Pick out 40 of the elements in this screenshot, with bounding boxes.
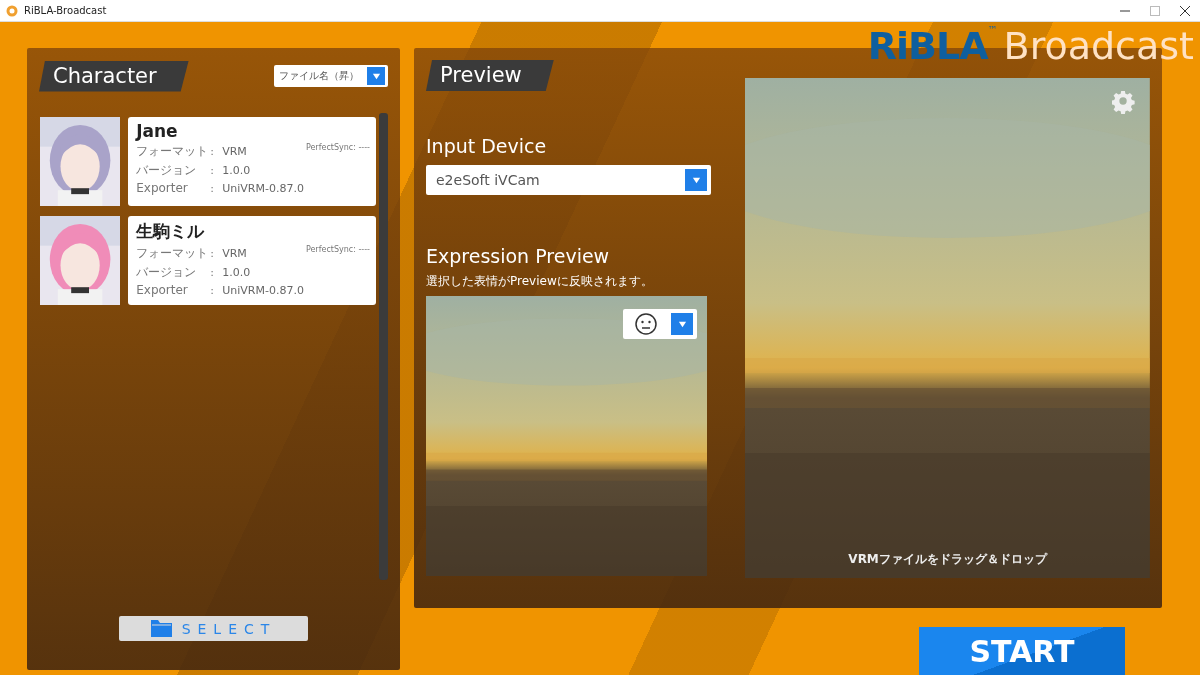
field-value: VRM xyxy=(222,247,248,260)
field-value: 1.0.0 xyxy=(222,164,252,177)
scrollbar[interactable] xyxy=(379,113,388,580)
field-value: VRM xyxy=(222,145,248,158)
input-device-dropdown[interactable]: e2eSoft iVCam xyxy=(426,165,711,195)
expression-dropdown[interactable] xyxy=(623,309,697,339)
start-button[interactable]: START xyxy=(919,627,1125,675)
separator: : xyxy=(210,283,215,297)
field-value: UniVRM-0.87.0 xyxy=(222,283,304,297)
separator: : xyxy=(210,164,215,177)
section-title: Character xyxy=(39,60,189,92)
perfect-sync-label: PerfectSync: ---- xyxy=(305,143,370,152)
section-title: Preview xyxy=(426,60,554,91)
sort-dropdown[interactable]: ファイル名（昇） xyxy=(274,65,388,87)
field-value: UniVRM-0.87.0 xyxy=(222,181,304,195)
character-card[interactable]: 生駒ミル フォーマット : VRM PerfectSync: ---- バージョン : 1.0.0 Exporter : UniVRM-0.87.0 xyxy=(128,216,376,305)
folder-icon xyxy=(150,620,172,637)
field-label: バージョン xyxy=(136,264,198,281)
separator: : xyxy=(210,145,215,158)
field-label: フォーマット xyxy=(136,143,209,160)
logo: RiBLA™Broadcast xyxy=(867,24,1194,68)
field-label: Exporter xyxy=(136,181,189,195)
hint-text: 選択した表情がPreviewに反映されます。 xyxy=(426,273,653,290)
neutral-face-icon xyxy=(635,313,657,335)
field-label: Input Device xyxy=(426,135,547,157)
section-label: Expression Preview xyxy=(426,245,610,267)
character-card[interactable]: Jane フォーマット : VRM PerfectSync: ---- バージョン : 1.0.0 Exporter : UniVRM-0.87.0 xyxy=(128,117,376,206)
window-title: RiBLA-Broadcast xyxy=(24,5,108,16)
character-name: 生駒ミル xyxy=(136,220,205,243)
character-name: Jane xyxy=(136,121,178,141)
drop-hint: VRMファイルをドラッグ＆ドロップ xyxy=(848,551,1047,568)
field-label: Exporter xyxy=(136,283,189,297)
field-value: 1.0.0 xyxy=(222,266,252,279)
separator: : xyxy=(210,181,215,195)
separator: : xyxy=(210,266,215,279)
separator: : xyxy=(210,247,215,260)
perfect-sync-label: PerfectSync: ---- xyxy=(305,245,370,254)
field-label: バージョン xyxy=(136,162,198,179)
field-label: フォーマット xyxy=(136,245,209,262)
app-icon xyxy=(6,4,18,17)
